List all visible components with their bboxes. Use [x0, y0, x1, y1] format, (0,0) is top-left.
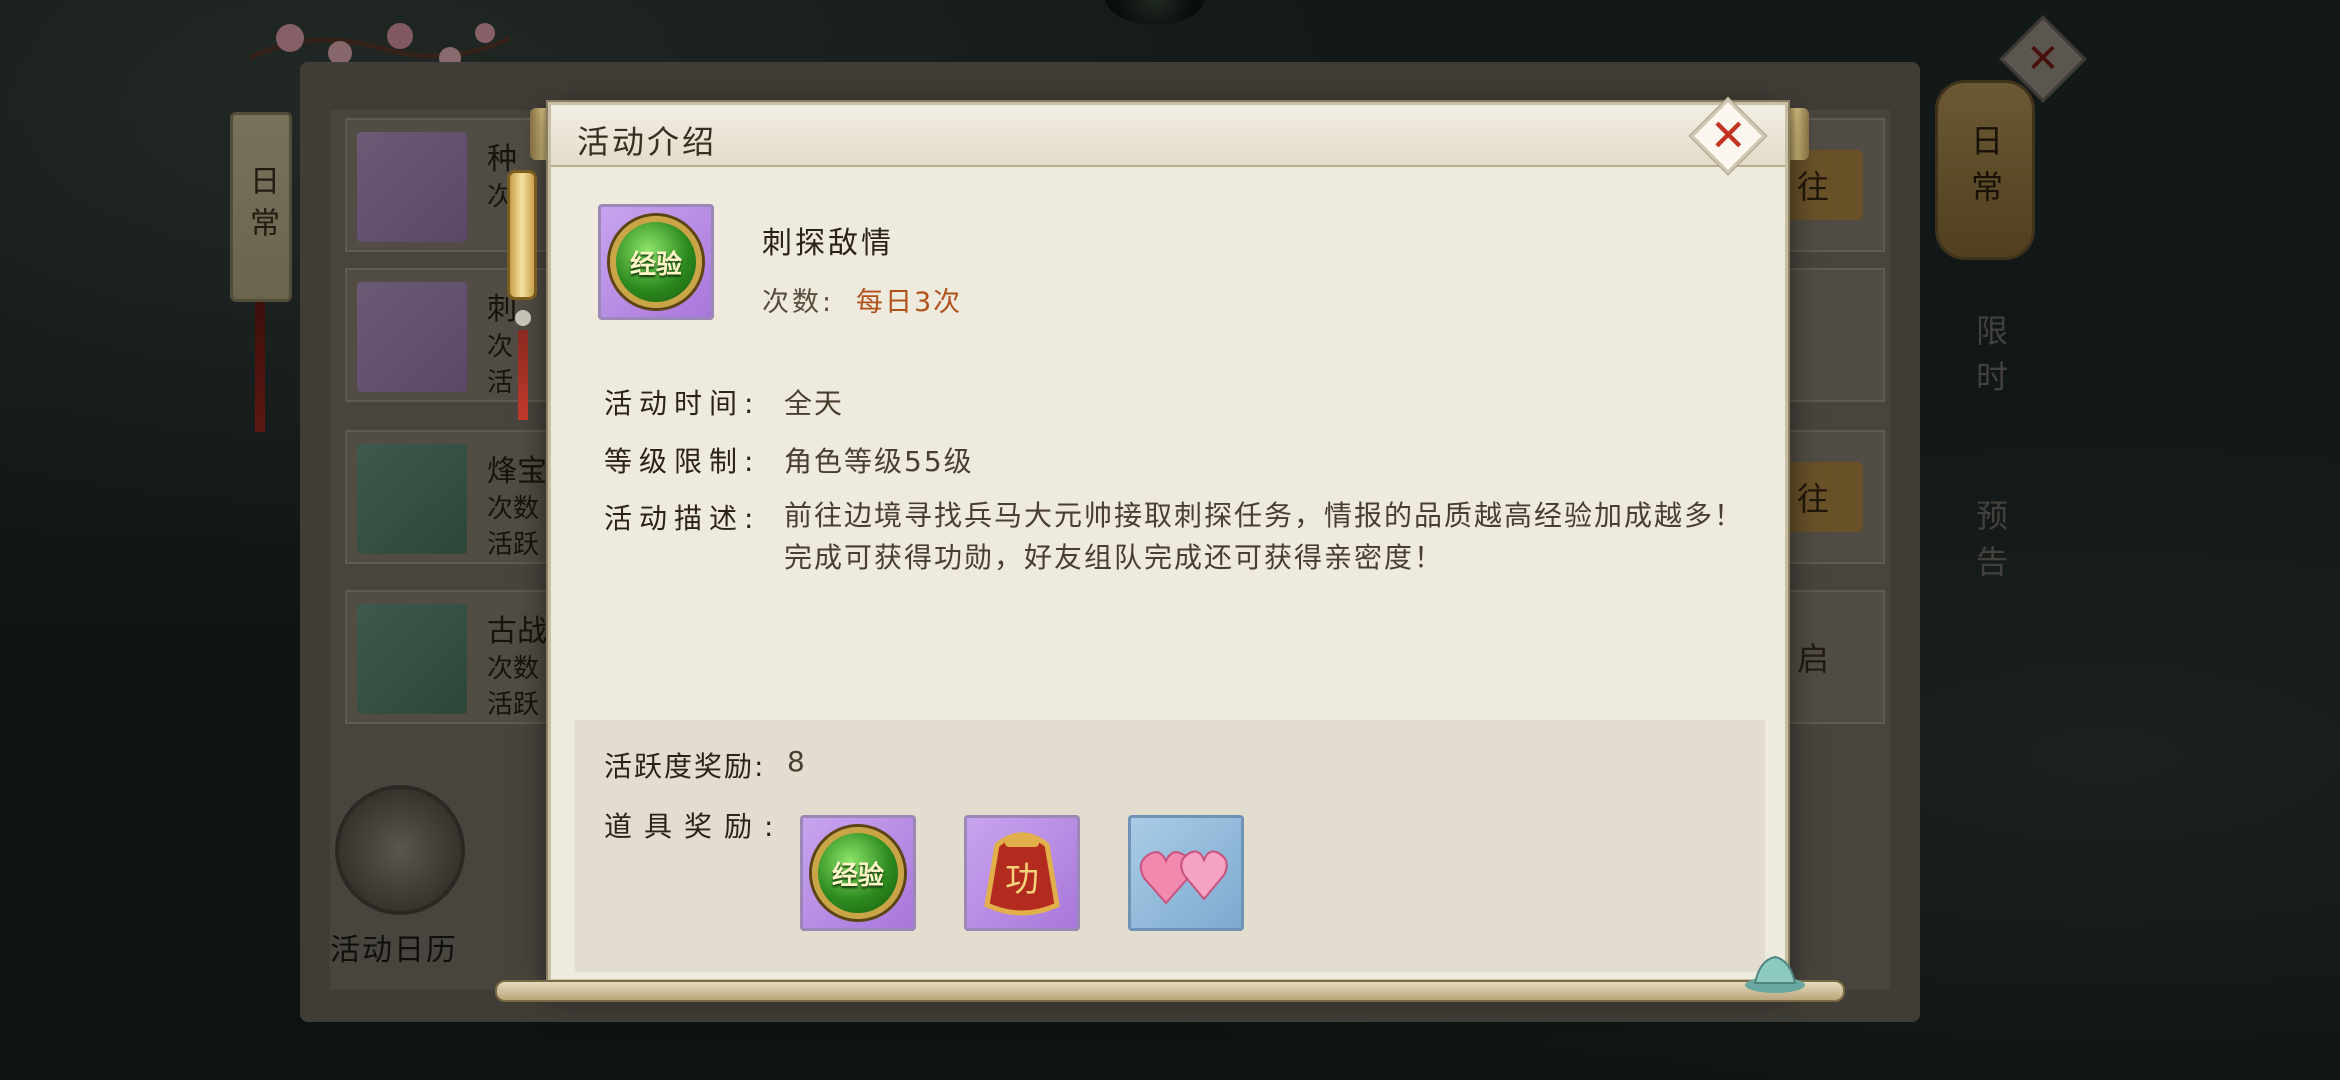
merit-glyph: 功	[1005, 860, 1039, 900]
close-icon: ✕	[1709, 110, 1747, 161]
description-label: 活动描述:	[604, 502, 761, 535]
hearts-icon	[1139, 850, 1228, 905]
merit-pouch-icon: 功	[984, 832, 1060, 916]
scroll-bottom-rod	[495, 980, 1845, 1002]
lotus-ornament-icon	[1745, 955, 1805, 993]
level-label: 等级限制:	[604, 445, 761, 478]
scroll-rod-right	[1785, 108, 1809, 160]
lantern-tassel	[518, 330, 528, 420]
time-value: 全天	[784, 387, 845, 420]
activity-name: 刺探敌情	[762, 226, 894, 261]
reward-item-merit[interactable]: 功	[964, 815, 1080, 931]
activity-reward-value: 8	[787, 745, 805, 778]
exp-orb-icon: 经验	[812, 827, 904, 919]
item-reward-label: 道具奖励:	[604, 810, 786, 843]
lantern-bead	[515, 310, 531, 326]
dialog-title: 活动介绍	[577, 123, 718, 161]
count-value: 每日3次	[856, 287, 963, 318]
level-value: 角色等级55级	[784, 445, 974, 478]
close-button[interactable]: ✕	[1689, 97, 1767, 175]
reward-item-intimacy[interactable]	[1128, 815, 1244, 931]
activity-icon: 经验	[598, 204, 714, 320]
time-label: 活动时间:	[604, 387, 761, 420]
description-text: 前往边境寻找兵马大元帅接取刺探任务，情报的品质越高经验加成越多！完成可获得功勋，…	[784, 499, 1745, 574]
exp-orb-icon: 经验	[610, 216, 702, 308]
lantern-decoration	[507, 170, 537, 300]
activity-reward-label: 活跃度奖励:	[604, 750, 766, 783]
count-label: 次数:	[762, 287, 835, 318]
reward-item-exp[interactable]: 经验	[800, 815, 916, 931]
dialog-header: 活动介绍 ✕	[551, 97, 1785, 175]
